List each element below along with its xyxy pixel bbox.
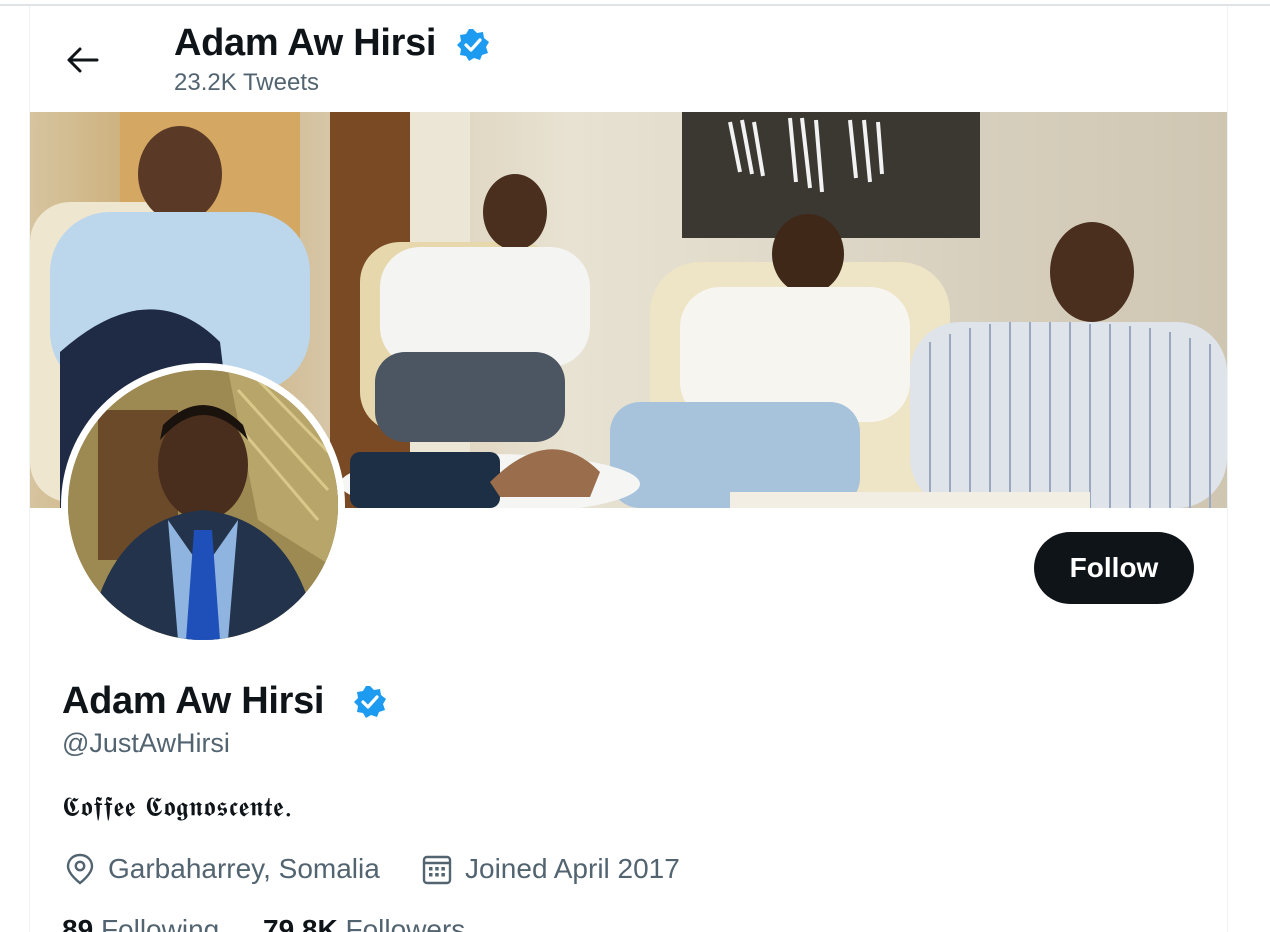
back-arrow-icon[interactable] <box>65 44 101 76</box>
location-icon <box>66 853 94 885</box>
verified-badge-icon <box>352 684 388 725</box>
profile-avatar-ring <box>61 363 345 647</box>
profile-handle: @JustAwHirsi <box>62 728 230 758</box>
follow-button[interactable]: Follow <box>1034 532 1194 604</box>
location-text: Garbaharrey, Somalia <box>108 853 380 884</box>
following-count: 89 <box>62 914 94 932</box>
following-link[interactable]: 89 Following <box>62 914 219 932</box>
following-label: Following <box>100 914 220 932</box>
profile-bio: 𝕮𝖔𝖋𝖋𝖊𝖊 𝕮𝖔𝖌𝖓𝖔𝖘𝖈𝖊𝖓𝖙𝖊. <box>62 792 294 823</box>
header-name: Adam Aw Hirsi <box>174 22 437 64</box>
profile-location: Garbaharrey, Somalia <box>64 852 380 886</box>
calendar-icon <box>422 855 452 885</box>
avatar[interactable] <box>68 370 338 640</box>
followers-link[interactable]: 79.8K Followers <box>263 914 465 932</box>
followers-label: Followers <box>345 914 466 932</box>
profile-name: Adam Aw Hirsi <box>62 680 325 722</box>
profile-header-bar: Adam Aw Hirsi 23.2K Tweets <box>30 6 1227 112</box>
profile-column: Adam Aw Hirsi 23.2K Tweets Follow Adam A… <box>29 6 1228 932</box>
header-tweet-count: 23.2K Tweets <box>174 69 319 96</box>
verified-badge-icon <box>455 27 491 68</box>
profile-joined: Joined April 2017 <box>421 852 680 886</box>
profile-stats: 89 Following 79.8K Followers <box>62 914 501 932</box>
joined-text: Joined April 2017 <box>465 853 680 884</box>
followers-count: 79.8K <box>263 914 338 932</box>
